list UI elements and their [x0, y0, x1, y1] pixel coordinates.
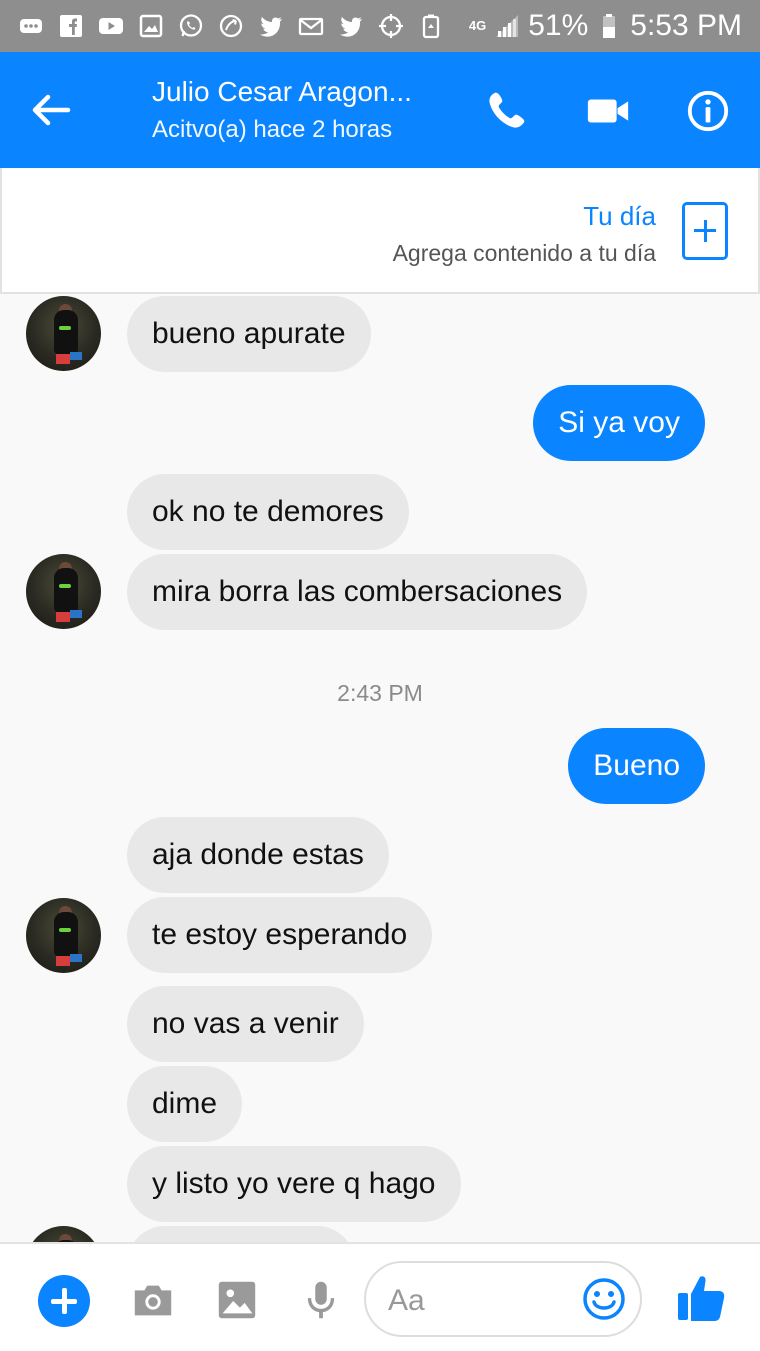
message-input[interactable] — [388, 1281, 568, 1321]
info-icon — [687, 90, 729, 132]
image-icon — [218, 1281, 256, 1319]
message-icon — [18, 13, 44, 39]
avatar[interactable] — [26, 296, 101, 371]
contact-status: Acitvo(a) hace 2 horas — [152, 116, 393, 143]
battery-saver-icon — [418, 13, 444, 39]
incoming-message[interactable]: no vas a venir — [127, 986, 364, 1062]
microphone-icon — [307, 1281, 335, 1319]
outgoing-message[interactable]: Si ya voy — [533, 385, 705, 461]
back-button[interactable] — [28, 90, 72, 130]
story-banner: Tu día Agrega contenido a tu día — [0, 168, 760, 294]
incoming-message[interactable]: mira borra las combersaciones — [127, 554, 588, 630]
message-input-container[interactable] — [364, 1261, 642, 1337]
crosshair-icon — [378, 13, 404, 39]
twitter-icon — [258, 13, 284, 39]
message-list[interactable]: bueno apurate Si ya voy ok no te demores… — [0, 294, 760, 1242]
whatsapp-icon — [178, 13, 204, 39]
story-title[interactable]: Tu día — [583, 201, 656, 232]
incoming-message[interactable]: aja donde estas — [127, 817, 389, 893]
contact-name[interactable]: Julio Cesar Aragon... — [152, 76, 412, 108]
message-composer — [0, 1242, 760, 1351]
outgoing-message[interactable]: Bueno — [568, 728, 705, 804]
video-call-button[interactable] — [584, 88, 632, 134]
add-story-button[interactable] — [682, 202, 728, 260]
battery-percentage: 51% — [528, 9, 589, 42]
avatar[interactable] — [26, 898, 101, 973]
back-arrow-icon — [32, 94, 71, 126]
incoming-message[interactable]: dime — [127, 1066, 243, 1142]
mail-icon — [298, 13, 324, 39]
voice-message-button[interactable] — [296, 1276, 346, 1324]
incoming-message[interactable]: ok no te demores — [127, 474, 409, 550]
thumbs-up-icon — [678, 1276, 725, 1321]
incoming-message[interactable]: bueno apurate — [127, 296, 371, 372]
voice-call-button[interactable] — [482, 88, 530, 134]
incoming-message-partial[interactable] — [127, 1226, 355, 1242]
notification-icons — [18, 13, 444, 39]
gallery-button[interactable] — [212, 1276, 262, 1324]
story-subtitle: Agrega contenido a tu día — [392, 240, 656, 266]
avatar[interactable] — [26, 1226, 101, 1242]
phone-icon — [489, 92, 525, 128]
message-timestamp: 2:43 PM — [337, 680, 423, 706]
avatar[interactable] — [26, 554, 101, 629]
incoming-message[interactable]: te estoy esperando — [127, 897, 433, 973]
network-type: 4G — [468, 18, 487, 33]
incoming-message[interactable]: y listo yo vere q hago — [127, 1146, 461, 1222]
conversation-info-button[interactable] — [684, 88, 732, 134]
twitter-icon — [338, 13, 364, 39]
video-camera-icon — [587, 99, 629, 123]
system-status: 4G 51% 5:53 PM — [469, 9, 742, 43]
camera-button[interactable] — [128, 1276, 178, 1324]
status-bar: 4G 51% 5:53 PM — [0, 0, 760, 52]
gallery-icon — [138, 13, 164, 39]
facebook-icon — [58, 13, 84, 39]
sync-icon — [218, 13, 244, 39]
conversation-header: Julio Cesar Aragon... Acitvo(a) hace 2 h… — [0, 52, 760, 168]
battery-icon — [596, 13, 622, 39]
clock: 5:53 PM — [630, 9, 742, 42]
youtube-icon — [98, 13, 124, 39]
camera-icon — [134, 1285, 172, 1316]
emoji-icon — [583, 1278, 625, 1320]
signal-icon — [494, 13, 520, 39]
like-button[interactable] — [676, 1272, 726, 1324]
emoji-button[interactable] — [582, 1277, 626, 1321]
more-options-button[interactable] — [38, 1275, 90, 1327]
